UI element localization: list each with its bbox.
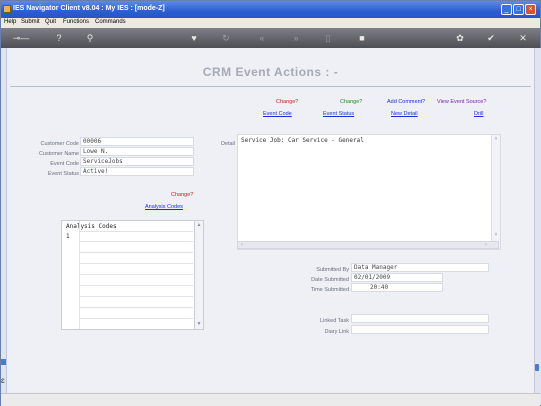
time-submitted-field[interactable]: 20:40	[351, 283, 443, 292]
forward-icon[interactable]: »	[289, 32, 303, 44]
event-status-field[interactable]: Active!	[80, 167, 194, 176]
analysis-codes-header: Analysis Codes	[66, 223, 117, 230]
favourite-icon[interactable]: ♥	[187, 32, 201, 44]
event-code-label: Event Code	[50, 161, 79, 167]
main-content: CRM Event Actions : - Change? Change? Ad…	[7, 48, 534, 393]
event-status-change-label: Change?	[340, 99, 363, 105]
menu-functions[interactable]: Functions	[63, 19, 89, 25]
search-icon[interactable]: ⚲	[83, 32, 97, 44]
detail-text: Service Job: Car Service - General	[241, 137, 364, 144]
right-panel-icon[interactable]	[535, 364, 539, 371]
diary-link-label: Diary Link	[324, 329, 349, 335]
customer-name-label: Customer Name	[38, 151, 79, 157]
new-detail-link[interactable]: New Detail	[391, 111, 418, 117]
time-submitted-label: Time Submitted	[310, 287, 349, 293]
detail-scroll-up-icon[interactable]: ˄	[492, 136, 500, 143]
page-icon[interactable]: ▯	[321, 32, 335, 44]
add-comment-label: Add Comment?	[387, 99, 426, 105]
date-submitted-label: Date Submitted	[311, 277, 349, 283]
view-event-source-label: View Event Source?	[437, 99, 487, 105]
settings-icon[interactable]: ✿	[453, 32, 467, 44]
submitted-by-field[interactable]: Data Manager	[351, 263, 489, 272]
ok-icon[interactable]: ✔	[484, 32, 498, 44]
detail-vertical-scrollbar[interactable]: ˄ ˅	[491, 135, 500, 249]
detail-textarea[interactable]: Service Job: Car Service - General ˄ ˅	[237, 134, 501, 250]
linked-task-field[interactable]	[351, 314, 489, 323]
app-icon	[3, 5, 11, 13]
rewind-icon[interactable]: «	[255, 32, 269, 44]
linked-task-label: Linked Task	[320, 318, 349, 324]
customer-name-field[interactable]: Lowe N.	[80, 147, 194, 156]
date-submitted-field[interactable]: 02/01/2009	[351, 273, 443, 282]
customer-code-label: Customer Code	[40, 141, 79, 147]
analysis-codes-grid: Analysis Codes 1 ▲ ▼	[61, 220, 204, 330]
page-title: CRM Event Actions : -	[202, 65, 339, 79]
menu-bar: Help Submit Quit Functions Commands	[1, 18, 540, 28]
detail-horizontal-scrollbar[interactable]: ‹ ›	[237, 241, 499, 249]
menu-quit[interactable]: Quit	[45, 19, 56, 25]
title-divider	[10, 86, 531, 87]
submitted-by-label: Submitted By	[316, 267, 349, 273]
key-icon[interactable]: ⊸—	[9, 32, 33, 44]
event-code-link[interactable]: Event Code	[263, 111, 292, 117]
analysis-grid-scrollbar[interactable]: ▲ ▼	[194, 221, 203, 329]
maximize-icon[interactable]: □	[513, 4, 524, 15]
event-code-change-label: Change?	[276, 99, 299, 105]
stop-icon[interactable]: ■	[355, 32, 369, 44]
analysis-codes-row-1[interactable]: 1	[66, 233, 70, 240]
analysis-change-label: Change?	[171, 192, 194, 198]
event-status-link[interactable]: Event Status	[323, 111, 354, 117]
cancel-icon[interactable]: ✕	[516, 32, 530, 44]
scroll-up-icon[interactable]: ▲	[195, 222, 203, 229]
diary-link-field[interactable]	[351, 325, 489, 334]
customer-code-field[interactable]: 00006	[80, 137, 194, 146]
drill-link[interactable]: Drill	[474, 111, 483, 117]
help-icon[interactable]: ?	[52, 32, 66, 44]
refresh-icon[interactable]: ↻	[219, 32, 233, 44]
menu-help[interactable]: Help	[4, 19, 16, 25]
side-panel-icon[interactable]	[1, 359, 6, 365]
menu-commands[interactable]: Commands	[95, 19, 126, 25]
detail-label: Detail	[220, 141, 235, 147]
minimize-icon[interactable]: _	[501, 4, 512, 15]
right-side-panel	[534, 48, 541, 405]
detail-scroll-left-icon[interactable]: ‹	[238, 242, 246, 249]
side-panel-e-icon[interactable]: ɛ	[1, 376, 6, 386]
scroll-down-icon[interactable]: ▼	[195, 321, 203, 328]
app-window: IES Navigator Client v8.04 : My IES : [m…	[0, 0, 541, 406]
title-bar: IES Navigator Client v8.04 : My IES : [m…	[1, 1, 540, 18]
analysis-codes-link[interactable]: Analysis Codes	[145, 204, 183, 210]
toolbar: ⊸— ? ⚲ ♥ ↻ « » ▯ ■ ✿ ✔ ✕	[1, 28, 540, 48]
window-title: IES Navigator Client v8.04 : My IES : [m…	[13, 5, 165, 12]
detail-scroll-right-icon[interactable]: ›	[482, 242, 490, 249]
event-code-field[interactable]: ServiceJobs	[80, 157, 194, 166]
close-icon[interactable]: ×	[525, 4, 536, 15]
detail-scroll-down-icon[interactable]: ˅	[492, 232, 500, 239]
event-status-label: Event Status	[47, 171, 79, 177]
menu-submit[interactable]: Submit	[21, 19, 40, 25]
status-bar	[1, 393, 540, 406]
